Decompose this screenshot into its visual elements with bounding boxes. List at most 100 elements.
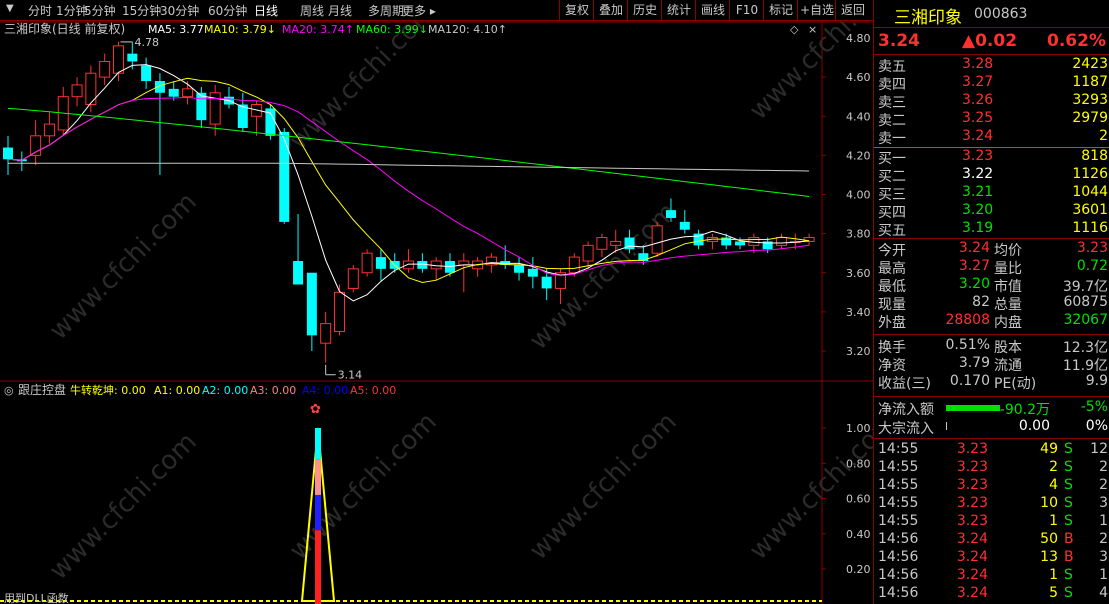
candle-body-up <box>71 84 83 98</box>
tick-price: 3.23 <box>956 459 988 475</box>
low-price-label: 3.14 <box>338 369 363 382</box>
tick-count: 4 <box>1099 585 1108 601</box>
candle-body-up <box>43 123 55 137</box>
ask-price-3: 3.26 <box>962 92 994 108</box>
signal-bar-segment <box>315 494 321 531</box>
stat-label: 内盘 <box>994 315 1022 331</box>
block-inflow-label: 大宗流入 <box>878 421 934 437</box>
period-tab-9[interactable]: 多周期 <box>368 2 404 19</box>
candle-body-up <box>99 60 111 78</box>
toolbar-button-5[interactable]: F10 <box>729 0 764 20</box>
tick-count: 3 <box>1099 495 1108 511</box>
toolbar-button-8[interactable]: 返回 <box>835 0 870 20</box>
toolbar-button-7[interactable]: +自选 <box>797 0 836 20</box>
y-tick-label: 4.20 <box>846 149 871 162</box>
last-price: 3.24 <box>878 31 920 51</box>
signal-bar-segment <box>315 428 321 460</box>
tick-count: 2 <box>1099 459 1108 475</box>
ma-label-1: MA10: 3.79↓ <box>204 23 276 36</box>
fund-label: 股本 <box>994 340 1022 356</box>
watermark-text: www.cfchi.com <box>44 427 203 586</box>
period-tab-8[interactable]: 月线 <box>328 2 352 19</box>
indicator-label-4: A4: 0.00 <box>302 384 348 397</box>
bid-volume-2: 1126 <box>1072 166 1108 182</box>
period-tab-5[interactable]: 60分钟 <box>208 2 247 19</box>
candle-body-up <box>403 260 415 270</box>
tick-price: 3.24 <box>956 585 988 601</box>
ma120-line <box>8 162 810 172</box>
ask-label-3: 卖三 <box>878 95 906 111</box>
tick-time: 14:56 <box>878 531 919 547</box>
stat-label: 最低 <box>878 279 906 295</box>
candle-body-up <box>361 252 373 274</box>
candle-body-down <box>735 241 746 246</box>
watermark-text: www.cfchi.com <box>524 407 683 566</box>
close-icon[interactable]: × <box>808 23 817 36</box>
toolbar-button-0[interactable]: 复权 <box>559 0 594 20</box>
tick-volume: 2 <box>1049 459 1058 475</box>
tick-count: 3 <box>1099 549 1108 565</box>
candle-body-down <box>527 268 538 277</box>
indicator-label-0: 牛转乾坤: 0.00 <box>70 383 146 397</box>
candle-body-down <box>127 53 138 62</box>
tick-volume: 50 <box>1040 531 1058 547</box>
diamond-icon[interactable]: ◇ <box>790 23 799 36</box>
bid-price-3: 3.21 <box>962 184 994 200</box>
indicator-gear-icon[interactable]: ◎ <box>4 384 14 397</box>
toolbar-button-3[interactable]: 统计 <box>661 0 696 20</box>
toolbar-button-6[interactable]: 标记 <box>763 0 798 20</box>
signal-bar-segment <box>315 459 321 495</box>
stat-label: 外盘 <box>878 315 906 331</box>
divider <box>874 334 1109 335</box>
period-tab-4[interactable]: 30分钟 <box>160 2 199 19</box>
period-tab-10[interactable]: 更多 ▸ <box>402 2 436 19</box>
stat-label: 今开 <box>878 243 906 259</box>
tick-time: 14:56 <box>878 567 919 583</box>
stat-label: 最高 <box>878 261 906 277</box>
period-tab-3[interactable]: 15分钟 <box>122 2 161 19</box>
tick-time: 14:56 <box>878 585 919 601</box>
signal-bar-segment <box>315 530 321 604</box>
ma60-line <box>7 107 810 197</box>
stat-label: 量比 <box>994 261 1022 277</box>
block-inflow-value: 0.00 <box>1018 418 1050 434</box>
tick-price: 3.24 <box>956 567 988 583</box>
candle-body-down <box>306 272 317 336</box>
fund-label: 流通 <box>994 358 1022 374</box>
signal-butterfly-icon: ✿ <box>310 402 321 417</box>
menu-dropdown-icon[interactable]: ▼ <box>6 3 14 14</box>
net-inflow-bar <box>946 405 1000 411</box>
tick-volume: 49 <box>1040 441 1058 457</box>
tick-price: 3.23 <box>956 513 988 529</box>
tick-count: 2 <box>1099 477 1108 493</box>
period-tab-0[interactable]: 分时 <box>28 2 52 19</box>
fund-label: 净资 <box>878 358 906 374</box>
period-tab-1[interactable]: 1分钟 <box>56 2 88 19</box>
kline-chart-area[interactable]: www.cfchi.com www.cfchi.com www.cfchi.com w… <box>0 21 873 604</box>
candle-body-up <box>651 225 663 254</box>
y-tick-label: 4.60 <box>846 71 871 84</box>
tick-price: 3.24 <box>956 531 988 547</box>
divider <box>874 54 1109 55</box>
candle-body-up <box>347 268 359 289</box>
toolbar-button-1[interactable]: 叠加 <box>593 0 628 20</box>
toolbar-button-2[interactable]: 历史 <box>627 0 662 20</box>
tick-count: 1 <box>1099 567 1108 583</box>
stat-value: 3.23 <box>1076 240 1108 256</box>
candle-body-down <box>693 233 704 246</box>
stat-value: 32067 <box>1063 312 1108 328</box>
period-tab-6[interactable]: 日线 <box>254 2 278 19</box>
period-tab-7[interactable]: 周线 <box>300 2 324 19</box>
divider <box>874 238 1109 239</box>
ask-volume-2: 2979 <box>1072 110 1108 126</box>
tick-side: S <box>1064 477 1073 493</box>
period-tab-2[interactable]: 5分钟 <box>84 2 116 19</box>
divider <box>874 396 1109 397</box>
toolbar-button-4[interactable]: 画线 <box>695 0 730 20</box>
block-inflow-percent: 0% <box>1085 418 1108 434</box>
ma-label-4: MA120: 4.10↑ <box>428 23 507 36</box>
candle-body-down <box>293 261 304 285</box>
indicator-title[interactable]: 跟庄控盘 <box>18 382 66 397</box>
stat-value: 3.27 <box>958 258 990 274</box>
chart-title: 三湘印象(日线 前复权) <box>4 21 125 36</box>
